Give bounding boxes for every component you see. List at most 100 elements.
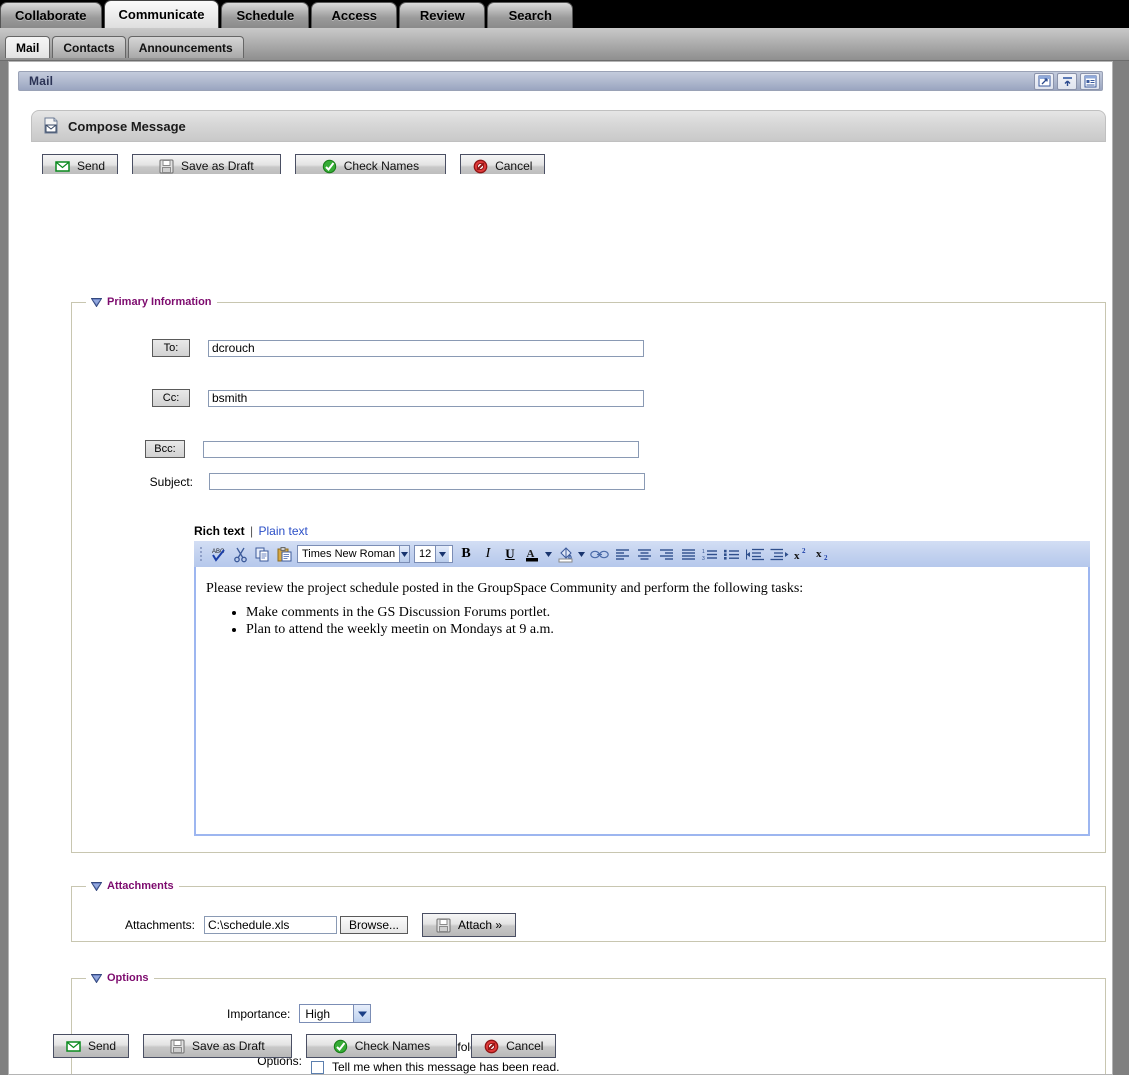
- font-color-icon[interactable]: A: [521, 543, 543, 565]
- superscript-icon[interactable]: x2: [791, 543, 813, 565]
- font-name-select[interactable]: Times New Roman: [297, 545, 410, 563]
- font-name-value: Times New Roman: [302, 548, 396, 560]
- primary-tab-review[interactable]: Review: [399, 2, 486, 28]
- paste-icon[interactable]: [273, 543, 295, 565]
- primary-tab-access[interactable]: Access: [311, 2, 398, 28]
- underline-icon[interactable]: U: [499, 543, 521, 565]
- increase-indent-icon[interactable]: [767, 543, 791, 565]
- editor-mode-switch: Rich text | Plain text: [194, 524, 308, 538]
- chevron-down-icon[interactable]: [353, 1005, 371, 1022]
- maximize-icon[interactable]: [1034, 73, 1054, 90]
- font-size-select[interactable]: 12: [414, 545, 453, 563]
- read-receipt-label: Tell me when this message has been read.: [332, 1060, 560, 1074]
- attachments-fieldset: Attachments Attachments: Browse... Attac…: [71, 880, 1106, 942]
- action-toolbar-bottom: Send Save as Draft Check Names Cancel: [53, 1034, 557, 1058]
- to-input[interactable]: [208, 339, 644, 357]
- envelope-icon: [66, 1040, 81, 1052]
- primary-tab-search[interactable]: Search: [487, 2, 574, 28]
- svg-text:1: 1: [702, 549, 705, 555]
- importance-row: Importance: High: [227, 1004, 372, 1023]
- align-justify-icon[interactable]: [677, 543, 699, 565]
- bcc-row: Bcc:: [145, 440, 639, 458]
- chevron-down-icon[interactable]: [399, 546, 409, 562]
- to-label-button[interactable]: To:: [152, 339, 190, 357]
- subject-input[interactable]: [209, 473, 645, 490]
- primary-tab-label: Review: [419, 8, 465, 23]
- collapse-triangle-icon[interactable]: [91, 881, 102, 891]
- compose-message-title: Compose Message: [68, 118, 186, 134]
- primary-tab-schedule[interactable]: Schedule: [221, 2, 310, 28]
- check-names-button-bottom-label: Check Names: [354, 1039, 431, 1053]
- spellcheck-icon[interactable]: ABC: [207, 543, 229, 565]
- font-color-dropdown-icon[interactable]: [543, 544, 554, 564]
- primary-tab-communicate[interactable]: Communicate: [103, 0, 220, 28]
- svg-text:2: 2: [824, 554, 828, 561]
- highlight-color-dropdown-icon[interactable]: [576, 544, 587, 564]
- browse-button[interactable]: Browse...: [340, 916, 409, 934]
- svg-text:2: 2: [802, 547, 806, 555]
- secondary-tab-label: Announcements: [138, 40, 233, 55]
- chevron-down-icon[interactable]: [435, 546, 450, 562]
- secondary-tabs: Mail Contacts Announcements: [5, 36, 246, 58]
- options-fieldset: Options Importance: High Options: Tell m…: [71, 972, 1106, 1074]
- primary-tab-label: Communicate: [118, 7, 205, 22]
- collapse-triangle-icon[interactable]: [91, 297, 102, 307]
- italic-icon[interactable]: I: [477, 543, 499, 565]
- cancel-button-bottom[interactable]: Cancel: [471, 1034, 557, 1058]
- subscript-icon[interactable]: x2: [813, 543, 835, 565]
- save-as-draft-button-bottom[interactable]: Save as Draft: [143, 1034, 292, 1058]
- align-right-icon[interactable]: [655, 543, 677, 565]
- to-row: To:: [152, 339, 644, 357]
- align-center-icon[interactable]: [633, 543, 655, 565]
- options-legend[interactable]: Options: [86, 972, 154, 984]
- numbered-list-icon[interactable]: 13: [699, 543, 721, 565]
- bold-label: B: [461, 546, 471, 561]
- plain-text-mode-link[interactable]: Plain text: [259, 524, 308, 538]
- send-button-bottom[interactable]: Send: [53, 1034, 130, 1058]
- bcc-input[interactable]: [203, 440, 639, 458]
- copy-icon[interactable]: [251, 543, 273, 565]
- primary-tab-label: Search: [508, 8, 552, 23]
- cc-input[interactable]: [208, 389, 644, 407]
- save-as-draft-button-label: Save as Draft: [181, 159, 254, 173]
- attachments-legend[interactable]: Attachments: [86, 880, 179, 892]
- primary-information-legend-text: Primary Information: [107, 296, 212, 308]
- collapse-triangle-icon[interactable]: [91, 973, 102, 983]
- svg-text:x: x: [794, 550, 800, 561]
- rich-text-mode-label[interactable]: Rich text: [194, 524, 245, 538]
- minimize-icon[interactable]: [1057, 73, 1077, 90]
- attach-button[interactable]: Attach »: [422, 913, 517, 937]
- options-legend-text: Options: [107, 972, 149, 984]
- secondary-tab-contacts[interactable]: Contacts: [52, 36, 126, 58]
- subject-row: Subject:: [140, 473, 645, 490]
- primary-information-legend[interactable]: Primary Information: [86, 296, 217, 308]
- cc-label-button[interactable]: Cc:: [152, 389, 190, 407]
- portlet-icon-group: [1034, 73, 1100, 90]
- secondary-tab-mail[interactable]: Mail: [5, 36, 51, 58]
- importance-select[interactable]: High: [299, 1004, 372, 1023]
- underline-label: U: [505, 546, 515, 561]
- message-body-paragraph: Please review the project schedule poste…: [206, 581, 804, 596]
- primary-tab-collaborate[interactable]: Collaborate: [0, 2, 102, 28]
- align-left-icon[interactable]: [611, 543, 633, 565]
- decrease-indent-icon[interactable]: [743, 543, 767, 565]
- check-circle-icon: [322, 159, 336, 173]
- message-body-editor[interactable]: Please review the project schedule poste…: [194, 567, 1090, 836]
- cut-icon[interactable]: [229, 543, 251, 565]
- highlight-color-icon[interactable]: [554, 543, 576, 565]
- bcc-label: Bcc:: [154, 443, 176, 455]
- toolbar-grip-icon[interactable]: [198, 545, 204, 563]
- read-receipt-checkbox[interactable]: [311, 1060, 324, 1074]
- bulleted-list-icon[interactable]: [721, 543, 743, 565]
- svg-text:x: x: [816, 548, 822, 560]
- primary-tab-label: Collaborate: [15, 8, 87, 23]
- detail-view-icon[interactable]: [1080, 73, 1100, 90]
- attachment-file-input[interactable]: [204, 916, 337, 934]
- bold-icon[interactable]: B: [455, 543, 477, 565]
- importance-value: High: [305, 1006, 331, 1021]
- secondary-tab-label: Mail: [16, 40, 40, 55]
- hyperlink-icon[interactable]: [587, 543, 611, 565]
- secondary-tab-announcements[interactable]: Announcements: [127, 36, 244, 58]
- check-names-button-bottom[interactable]: Check Names: [305, 1034, 458, 1058]
- bcc-label-button[interactable]: Bcc:: [145, 440, 185, 458]
